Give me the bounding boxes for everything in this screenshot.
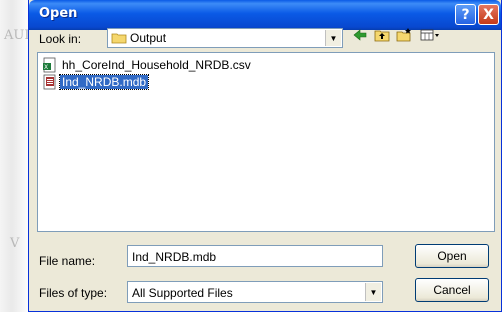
help-button[interactable]: ? [455, 4, 476, 25]
view-menu-icon[interactable] [419, 28, 443, 44]
file-name-label: Ind_NRDB.mdb [58, 74, 150, 90]
look-in-value: Output [130, 31, 167, 45]
svg-text:X: X [44, 64, 48, 71]
background-panel [0, 0, 30, 312]
background-text-middle: V [10, 236, 20, 251]
file-list[interactable]: X hh_CoreInd_Household_NRDB.csv Ind_NRDB… [37, 52, 495, 232]
back-arrow-icon[interactable] [351, 28, 369, 44]
title-bar[interactable]: Open ? X [29, 0, 501, 30]
folder-icon [111, 32, 127, 44]
cancel-button[interactable]: Cancel [415, 278, 489, 302]
dialog-title: Open [39, 6, 78, 21]
new-folder-icon[interactable] [395, 28, 413, 44]
look-in-dropdown[interactable]: Output ▼ [107, 28, 343, 48]
file-name-input[interactable]: Ind_NRDB.mdb [127, 245, 383, 267]
open-button[interactable]: Open [415, 244, 489, 268]
file-name-label: File name: [39, 254, 96, 268]
csv-file-icon: X [42, 57, 58, 73]
access-database-icon [42, 74, 58, 90]
chevron-down-icon[interactable]: ▼ [365, 283, 381, 301]
background-text-top: AUI [4, 28, 30, 43]
up-folder-icon[interactable] [373, 28, 391, 44]
list-item[interactable]: X hh_CoreInd_Household_NRDB.csv [42, 57, 253, 73]
open-dialog: Open ? X Look in: Output ▼ X hh_CoreInd_… [28, 0, 502, 312]
files-of-type-value: All Supported Files [132, 286, 233, 300]
chevron-down-icon[interactable]: ▼ [325, 30, 341, 46]
files-of-type-dropdown[interactable]: All Supported Files ▼ [127, 281, 383, 303]
file-name-label: hh_CoreInd_Household_NRDB.csv [62, 58, 251, 72]
close-button[interactable]: X [478, 4, 499, 25]
list-item[interactable]: Ind_NRDB.mdb [42, 74, 150, 90]
files-of-type-label: Files of type: [39, 286, 108, 300]
look-in-label: Look in: [39, 32, 82, 46]
